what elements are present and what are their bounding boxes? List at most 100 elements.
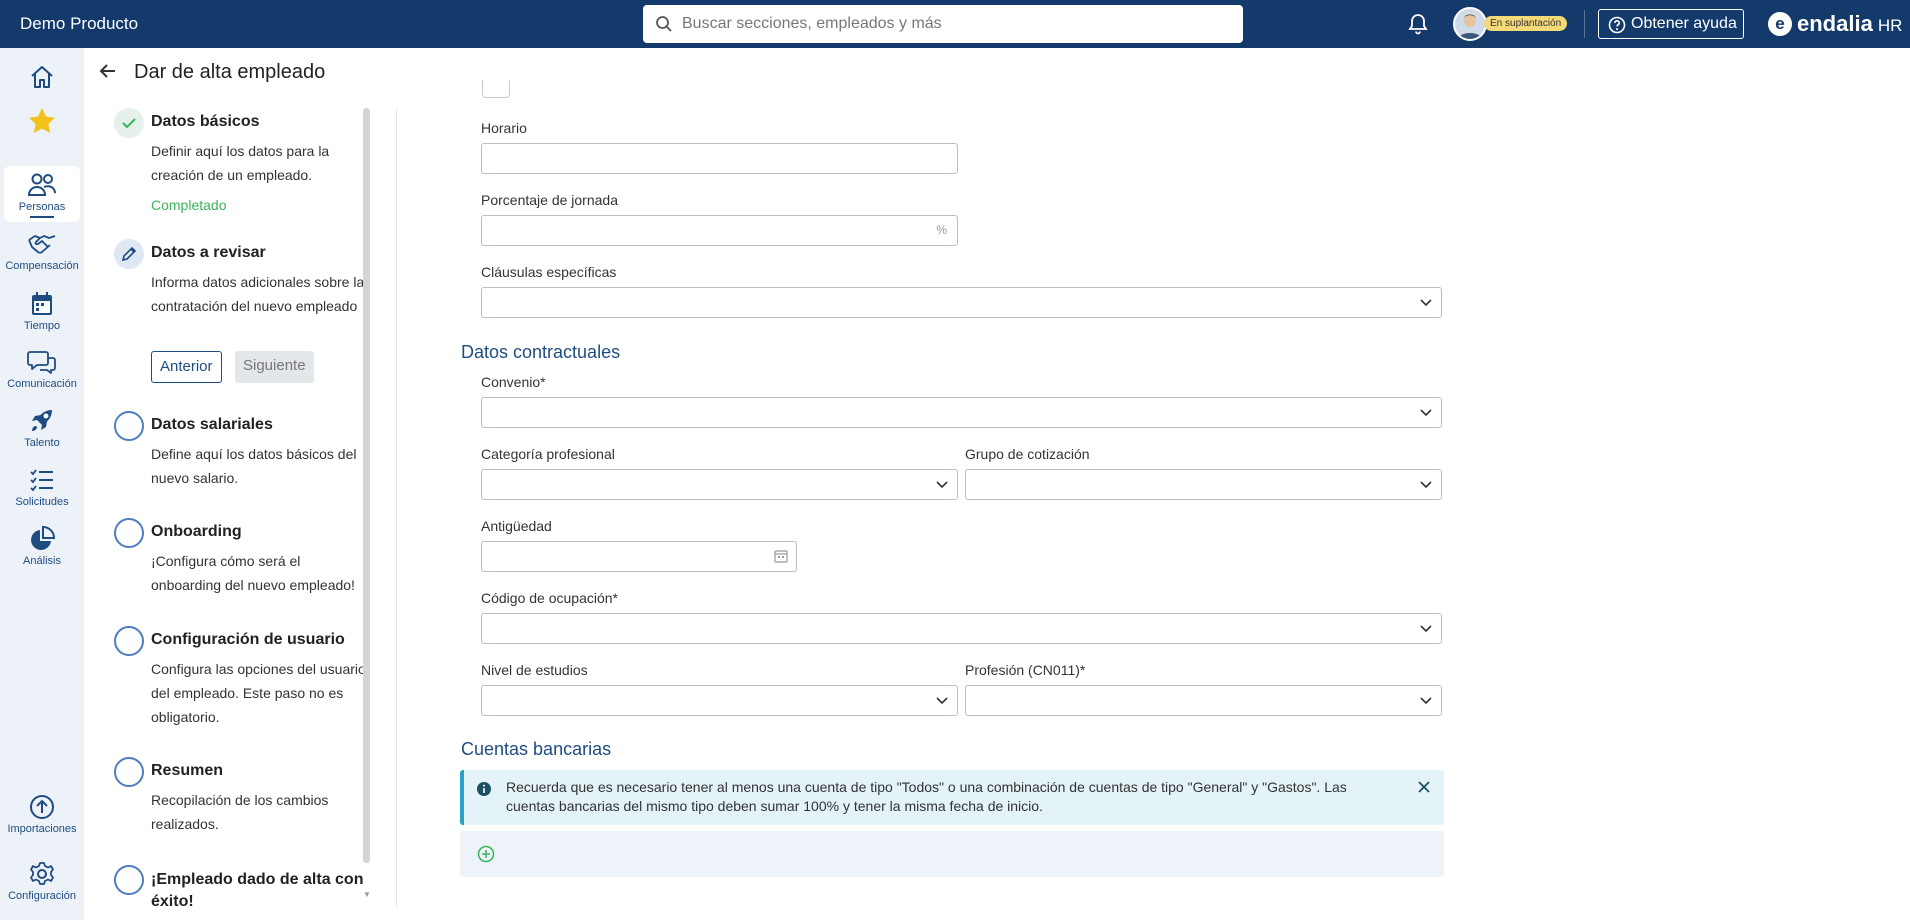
- logo: e endalia HR: [1768, 11, 1902, 37]
- step-status: [114, 108, 144, 138]
- help-button[interactable]: Obtener ayuda: [1598, 9, 1744, 39]
- bell-icon[interactable]: [1408, 13, 1428, 35]
- step-status-text: Completado: [151, 197, 227, 213]
- sidebar-item-label: Personas: [18, 201, 66, 213]
- sidebar-item-importaciones[interactable]: Importaciones: [0, 793, 84, 835]
- sidebar-item-home[interactable]: [0, 63, 84, 93]
- chevron-down-icon: [1420, 625, 1432, 633]
- sidebar-item-label: Importaciones: [7, 823, 77, 835]
- top-bar: Demo Producto Buscar secciones, empleado…: [0, 0, 1910, 48]
- sidebar-item-label: Talento: [24, 437, 60, 449]
- sidebar-item-configuracion[interactable]: Configuración: [0, 860, 84, 902]
- porcentaje-input[interactable]: %: [481, 215, 958, 246]
- page-title: Dar de alta empleado: [134, 61, 326, 83]
- close-icon[interactable]: [1417, 780, 1431, 794]
- codigo-label: Código de ocupación*: [481, 590, 618, 606]
- step-description: Informa datos adicionales sobre la contr…: [151, 274, 365, 314]
- sidebar-item-label: Análisis: [23, 555, 61, 567]
- sidebar-item-label: Tiempo: [23, 320, 61, 332]
- help-label: Obtener ayuda: [1631, 15, 1737, 32]
- calendar-icon: [32, 292, 52, 315]
- chevron-down-icon: [936, 481, 948, 489]
- nivel-select[interactable]: [481, 685, 958, 716]
- step-status: [114, 626, 144, 656]
- chevron-down-icon: [1420, 481, 1432, 489]
- codigo-select[interactable]: [481, 613, 1442, 644]
- sidebar-item-solicitudes[interactable]: Solicitudes: [0, 466, 84, 508]
- porcentaje-label: Porcentaje de jornada: [481, 192, 618, 208]
- gear-icon: [30, 862, 54, 885]
- section-title-contractual: Datos contractuales: [461, 342, 621, 362]
- percent-icon: %: [936, 223, 947, 237]
- sidebar-item-analisis[interactable]: Análisis: [0, 525, 84, 567]
- add-bank-account-area: [460, 831, 1444, 877]
- categoria-label: Categoría profesional: [481, 446, 615, 462]
- sidebar-item-label: Compensación: [5, 260, 79, 272]
- sidebar-item-comunicacion[interactable]: Comunicación: [0, 348, 84, 390]
- chevron-down-icon: [1420, 697, 1432, 705]
- clausulas-select[interactable]: [481, 287, 1442, 318]
- next-button[interactable]: Siguiente: [235, 351, 314, 383]
- step-description: Recopilación de los cambios realizados.: [151, 792, 329, 832]
- sidebar-item-favorites[interactable]: [0, 106, 84, 138]
- scroll-down-arrow-icon[interactable]: ▼: [363, 890, 371, 899]
- chevron-down-icon: [1420, 409, 1432, 417]
- step-description: Define aquí los datos básicos del nuevo …: [151, 446, 357, 486]
- step-status: [114, 411, 144, 441]
- sidebar-item-label: Comunicación: [7, 378, 77, 390]
- chat-icon: [27, 351, 56, 374]
- step-description: Configura las opciones del usuario del e…: [151, 661, 366, 725]
- divider: [1584, 10, 1585, 38]
- check-icon: [122, 118, 136, 129]
- search-placeholder: Buscar secciones, empleados y más: [682, 15, 942, 32]
- sidebar-item-compensacion[interactable]: Compensación: [0, 232, 84, 272]
- antiguedad-label: Antigüedad: [481, 518, 552, 534]
- step-title: Datos a revisar: [151, 244, 266, 261]
- search-input[interactable]: Buscar secciones, empleados y más: [643, 5, 1243, 43]
- stepper-scrollbar[interactable]: [363, 108, 370, 863]
- avatar[interactable]: [1453, 7, 1487, 41]
- logo-mark-icon: e: [1768, 12, 1792, 36]
- grupo-label: Grupo de cotización: [965, 446, 1090, 462]
- step-description: Definir aquí los datos para la creación …: [151, 143, 330, 183]
- impersonation-badge: En suplantación: [1484, 16, 1568, 31]
- pencil-icon: [121, 246, 137, 262]
- chevron-down-icon: [1420, 299, 1432, 307]
- add-circle-icon[interactable]: [477, 845, 495, 863]
- sidebar-item-personas[interactable]: Personas: [4, 166, 80, 222]
- logo-text: endalia: [1797, 11, 1873, 36]
- step-title: Onboarding: [151, 523, 242, 540]
- chevron-down-icon: [936, 697, 948, 705]
- horario-input[interactable]: [481, 143, 958, 174]
- step-title: Resumen: [151, 762, 224, 779]
- stepper: Datos básicos Definir aquí los datos par…: [100, 105, 370, 915]
- upload-icon: [30, 795, 54, 819]
- home-icon: [31, 66, 53, 88]
- antiguedad-date-input[interactable]: [481, 541, 797, 572]
- sidebar-item-talento[interactable]: Talento: [0, 407, 84, 449]
- sidebar-item-tiempo[interactable]: Tiempo: [0, 290, 84, 332]
- nivel-label: Nivel de estudios: [481, 662, 588, 678]
- clausulas-label: Cláusulas específicas: [481, 264, 617, 280]
- sidebar: Personas Compensación Tiempo Comunicació…: [0, 48, 84, 920]
- calendar-icon[interactable]: [774, 549, 788, 563]
- convenio-label: Convenio*: [481, 374, 546, 390]
- app-name[interactable]: Demo Producto: [20, 14, 138, 34]
- convenio-select[interactable]: [481, 397, 1442, 428]
- back-arrow-icon[interactable]: [98, 61, 118, 81]
- step-status: [114, 239, 144, 269]
- previous-button[interactable]: Anterior: [151, 351, 222, 383]
- question-icon: [1608, 16, 1626, 34]
- step-title: Datos básicos: [151, 113, 260, 130]
- profesion-label: Profesión (CN011)*: [965, 662, 1086, 678]
- checklist-icon: [30, 469, 53, 492]
- grupo-select[interactable]: [965, 469, 1442, 500]
- profesion-select[interactable]: [965, 685, 1442, 716]
- bank-info-alert: Recuerda que es necesario tener al menos…: [460, 770, 1444, 825]
- horario-label: Horario: [481, 120, 527, 136]
- divider: [396, 108, 397, 908]
- step-status: [114, 757, 144, 787]
- categoria-select[interactable]: [481, 469, 958, 500]
- sidebar-item-label: Configuración: [8, 890, 76, 902]
- handshake-icon: [28, 235, 56, 254]
